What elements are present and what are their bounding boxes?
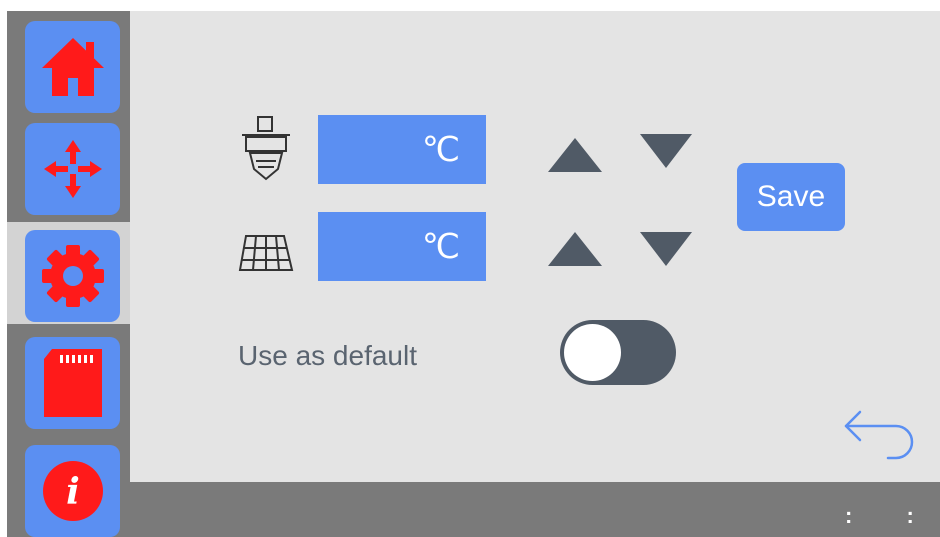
bed-temp-down-button[interactable] xyxy=(638,230,694,268)
use-as-default-label: Use as default xyxy=(238,340,417,371)
svg-text:i: i xyxy=(66,471,80,513)
nozzle-temp-field[interactable]: ℃ xyxy=(318,115,486,184)
sd-card-icon xyxy=(43,349,102,417)
gear-icon xyxy=(41,245,104,307)
bottom-bar xyxy=(130,482,940,537)
home-icon xyxy=(41,38,104,96)
move-arrows-icon xyxy=(43,140,102,198)
info-icon: i xyxy=(42,461,103,521)
bed-temp-unit: ℃ xyxy=(421,227,460,266)
back-arrow-icon[interactable] xyxy=(840,408,920,464)
sidebar-item-info[interactable]: i xyxy=(25,445,120,537)
save-button[interactable]: Save xyxy=(737,163,845,231)
sidebar-item-home[interactable] xyxy=(25,21,120,113)
sidebar-item-sd-card[interactable] xyxy=(25,337,120,429)
use-as-default-toggle[interactable] xyxy=(560,320,676,385)
nozzle-temp-unit: ℃ xyxy=(421,130,460,169)
sidebar: i xyxy=(7,11,130,537)
bed-temp-up-button[interactable] xyxy=(546,230,604,268)
toggle-knob xyxy=(564,324,621,381)
sidebar-item-move[interactable] xyxy=(25,123,120,215)
nozzle-temp-up-button[interactable] xyxy=(546,136,604,174)
nozzle-icon xyxy=(242,116,290,181)
heated-bed-icon xyxy=(238,235,294,271)
nozzle-temp-down-button[interactable] xyxy=(638,132,694,170)
more-dots-icon[interactable]: : : xyxy=(845,503,938,529)
sidebar-item-settings[interactable] xyxy=(25,230,120,322)
bed-temp-field[interactable]: ℃ xyxy=(318,212,486,281)
